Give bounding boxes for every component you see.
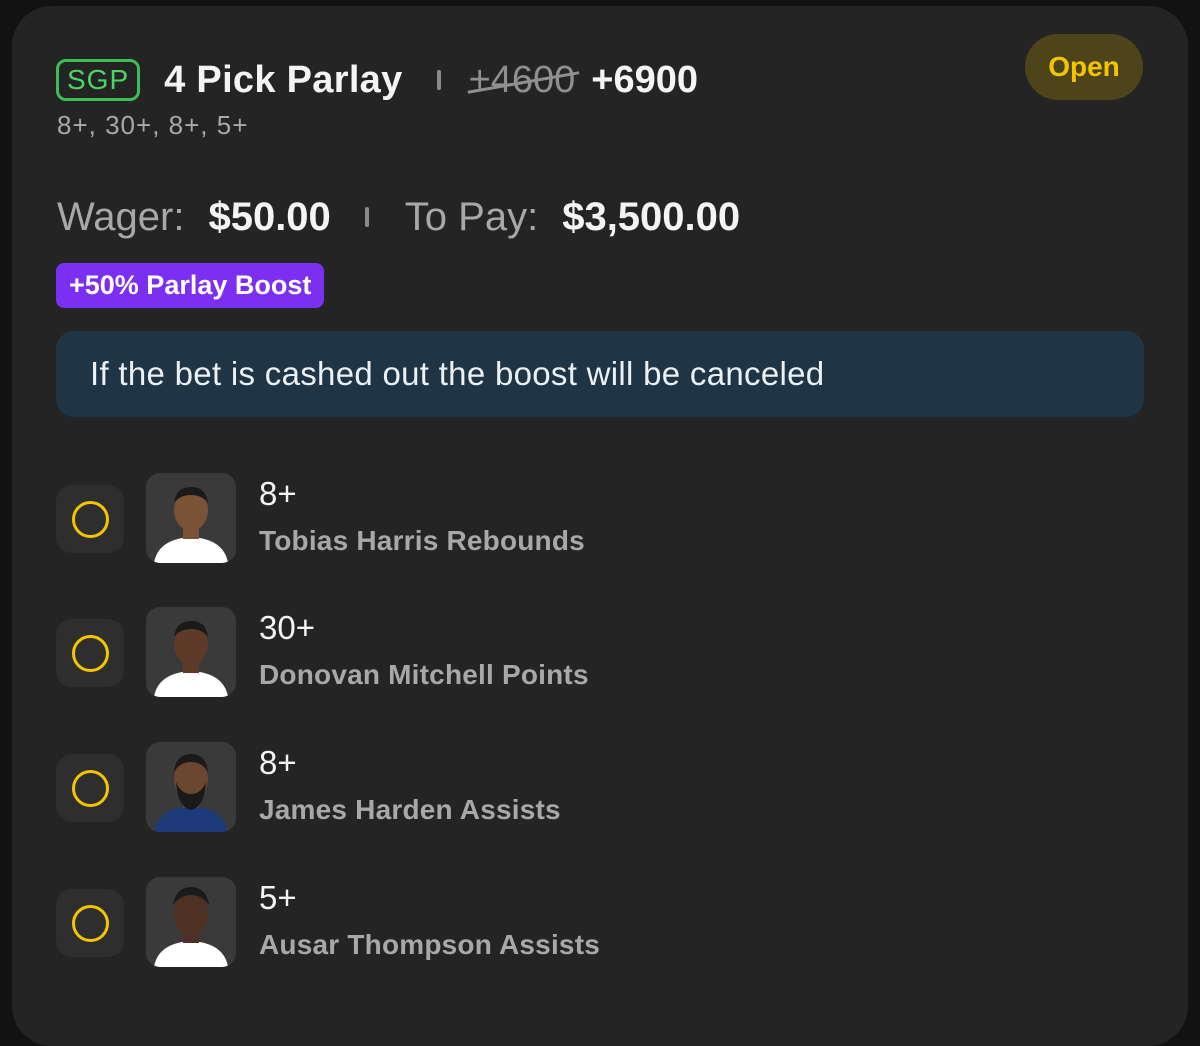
bet-card[interactable]: SGP 4 Pick Parlay +4600 +6900 Open 8+, 3… bbox=[12, 6, 1188, 1046]
leg-line: 5+ bbox=[259, 879, 297, 916]
leg-description: Donovan Mitchell Points bbox=[259, 659, 589, 690]
pending-circle-icon bbox=[71, 904, 109, 942]
pending-circle-icon bbox=[71, 769, 109, 807]
player-avatar bbox=[146, 742, 236, 832]
status-badge: Open bbox=[1025, 34, 1143, 100]
leg-description: Tobias Harris Rebounds bbox=[259, 525, 585, 556]
boost-notice: If the bet is cashed out the boost will … bbox=[56, 331, 1144, 417]
leg-status-indicator bbox=[56, 619, 124, 687]
player-avatar bbox=[146, 473, 236, 563]
wager-label: Wager: bbox=[57, 194, 185, 239]
player-avatar bbox=[146, 607, 236, 697]
leg-status-indicator bbox=[56, 754, 124, 822]
bet-title: 4 Pick Parlay bbox=[164, 58, 403, 101]
leg-item[interactable]: 8+ James Harden Assists bbox=[56, 742, 956, 834]
player-avatar bbox=[146, 877, 236, 967]
bet-lines-summary: 8+, 30+, 8+, 5+ bbox=[57, 110, 249, 140]
boosted-odds: +6900 bbox=[591, 58, 699, 101]
bet-header: SGP 4 Pick Parlay +4600 +6900 bbox=[56, 58, 698, 102]
leg-item[interactable]: 30+ Donovan Mitchell Points bbox=[56, 607, 956, 699]
parlay-boost-badge: +50% Parlay Boost bbox=[56, 263, 325, 308]
leg-description: James Harden Assists bbox=[259, 794, 561, 825]
to-pay-label: To Pay: bbox=[404, 194, 539, 239]
wager-row: Wager: $50.00 To Pay: $3,500.00 bbox=[57, 192, 740, 242]
to-pay-value: $3,500.00 bbox=[562, 194, 741, 239]
player-headshot-icon bbox=[146, 742, 236, 832]
player-headshot-icon bbox=[146, 877, 236, 967]
leg-line: 30+ bbox=[259, 609, 315, 646]
leg-item[interactable]: 8+ Tobias Harris Rebounds bbox=[56, 473, 956, 565]
leg-status-indicator bbox=[56, 485, 124, 553]
original-odds: +4600 bbox=[468, 58, 576, 101]
leg-status-indicator bbox=[56, 889, 124, 957]
header-divider bbox=[436, 70, 441, 90]
pending-circle-icon bbox=[71, 500, 109, 538]
leg-line: 8+ bbox=[259, 475, 297, 512]
leg-line: 8+ bbox=[259, 744, 297, 781]
wager-divider bbox=[364, 207, 369, 227]
sgp-badge: SGP bbox=[56, 59, 141, 101]
leg-item[interactable]: 5+ Ausar Thompson Assists bbox=[56, 877, 956, 969]
wager-value: $50.00 bbox=[208, 194, 331, 239]
pending-circle-icon bbox=[71, 634, 109, 672]
leg-description: Ausar Thompson Assists bbox=[259, 929, 600, 960]
player-headshot-icon bbox=[146, 607, 236, 697]
player-headshot-icon bbox=[146, 473, 236, 563]
